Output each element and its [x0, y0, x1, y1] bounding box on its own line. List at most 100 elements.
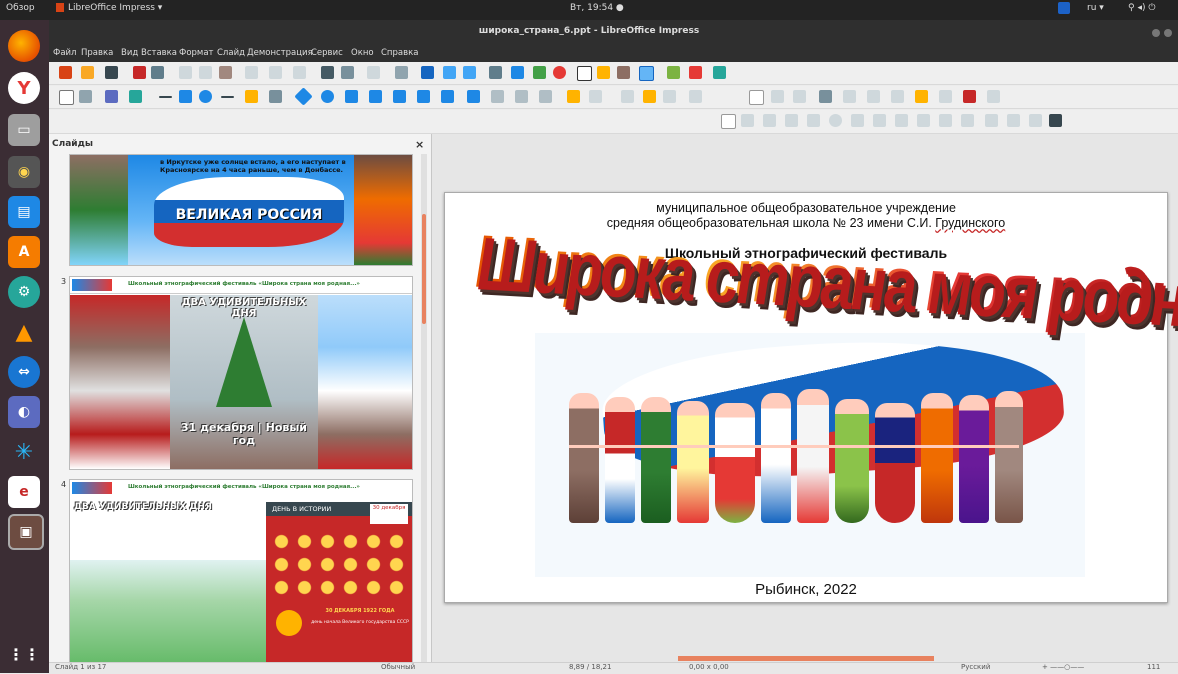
clock[interactable]: Вт, 19:54 ● — [570, 3, 624, 13]
delete-slide-icon[interactable] — [689, 66, 702, 79]
fill-color-icon[interactable] — [129, 90, 142, 103]
close-window-button[interactable] — [1164, 29, 1172, 37]
menu-view[interactable]: Вид — [121, 48, 138, 58]
button-control-icon[interactable] — [895, 114, 908, 127]
form-properties-icon[interactable] — [939, 114, 952, 127]
crop-icon[interactable] — [589, 90, 602, 103]
select-2-icon[interactable] — [749, 90, 764, 105]
teamviewer-icon[interactable]: ⇔ — [8, 356, 40, 388]
paste-icon[interactable] — [219, 66, 232, 79]
glue-icon[interactable] — [643, 90, 656, 103]
find-replace-icon[interactable] — [321, 66, 334, 79]
horizontal-scrollbar-thumb[interactable] — [678, 656, 934, 661]
rhythmbox-icon[interactable]: ◉ — [8, 156, 40, 188]
cut-icon[interactable] — [179, 66, 192, 79]
draw-function-icon[interactable] — [639, 66, 654, 81]
line-color-icon[interactable] — [105, 90, 118, 103]
symbol-shapes-icon[interactable] — [321, 90, 334, 103]
ellipse-icon[interactable] — [199, 90, 212, 103]
menu-edit[interactable]: Правка — [81, 48, 113, 58]
show-apps-icon[interactable]: ⋮⋮ — [8, 638, 40, 670]
menu-window[interactable]: Окно — [351, 48, 374, 58]
menu-file[interactable]: Файл — [53, 48, 76, 58]
glue-2-icon[interactable] — [793, 90, 806, 103]
grid-2-icon[interactable] — [867, 90, 880, 103]
redo-icon[interactable] — [293, 66, 306, 79]
zoom-percent[interactable]: 111 — [1147, 663, 1160, 671]
image-button-control-icon[interactable] — [917, 114, 930, 127]
present-icon[interactable] — [963, 90, 976, 103]
textbox-control-icon[interactable] — [785, 114, 798, 127]
grid-icon[interactable] — [367, 66, 380, 79]
listbox-control-icon[interactable] — [851, 114, 864, 127]
undo-icon[interactable] — [269, 66, 282, 79]
clone-formatting-icon[interactable] — [245, 66, 258, 79]
activation-order-icon[interactable] — [1007, 114, 1020, 127]
discord-icon[interactable]: ◐ — [8, 396, 40, 428]
media-icon[interactable] — [553, 66, 566, 79]
toggle-extrusion-icon[interactable] — [663, 90, 676, 103]
menu-insert[interactable]: Вставка — [141, 48, 177, 58]
app-menu[interactable]: LibreOffice Impress ▾ — [56, 3, 162, 13]
text-language[interactable]: Русский — [961, 663, 990, 671]
textbox-icon[interactable] — [577, 66, 592, 81]
new-icon[interactable] — [59, 66, 72, 79]
files-icon[interactable]: ▭ — [8, 114, 40, 146]
crosshair-icon[interactable] — [987, 90, 1000, 103]
line-icon[interactable] — [159, 96, 172, 98]
display-views-icon[interactable] — [395, 66, 408, 79]
activities-button[interactable]: Обзор — [6, 3, 35, 13]
insert-slide-icon[interactable] — [667, 66, 680, 79]
shadow-icon[interactable] — [567, 90, 580, 103]
connector-icon[interactable] — [269, 90, 282, 103]
basic-shapes-icon[interactable] — [294, 87, 313, 106]
start-current-slide-icon[interactable] — [463, 66, 476, 79]
slides-scrollbar-thumb[interactable] — [422, 214, 426, 324]
minimize-button[interactable] — [1152, 29, 1160, 37]
combobox-control-icon[interactable] — [873, 114, 886, 127]
save-icon[interactable] — [105, 66, 118, 79]
control-wizard-icon[interactable] — [741, 114, 754, 127]
label-control-icon[interactable] — [763, 114, 776, 127]
menu-tools[interactable]: Сервис — [311, 48, 343, 58]
select-icon[interactable] — [59, 90, 74, 105]
copy-icon[interactable] — [199, 66, 212, 79]
zoom-slider[interactable]: + ——○—— — [1042, 663, 1084, 671]
master-slide-icon[interactable] — [421, 66, 434, 79]
pdf-app-icon[interactable]: e — [8, 476, 40, 508]
zoom-icon[interactable] — [79, 90, 92, 103]
splash-app-icon[interactable]: ✳ — [8, 436, 40, 468]
block-arrows-icon[interactable] — [345, 90, 358, 103]
slide-sorter-icon[interactable] — [939, 90, 952, 103]
network-sound-power-icons[interactable]: ⚲ ◂) ⏻ — [1128, 3, 1155, 13]
design-mode-icon[interactable] — [721, 114, 736, 129]
main-slide[interactable]: муниципальное общеобразовательное учрежд… — [444, 192, 1178, 603]
table-2-icon[interactable] — [843, 90, 856, 103]
stars-icon[interactable] — [417, 90, 430, 103]
menu-format[interactable]: Формат — [179, 48, 214, 58]
arrow-line-icon[interactable] — [221, 96, 234, 98]
fontwork-icon[interactable] — [597, 66, 610, 79]
rectangle-icon[interactable] — [179, 90, 192, 103]
slide-thumbnail-4[interactable]: Школьный этнографический фестиваль «Широ… — [69, 479, 413, 663]
keyboard-layout[interactable]: ru ▾ — [1087, 3, 1104, 13]
yandex-browser-icon[interactable]: Y — [8, 72, 40, 104]
software-center-icon[interactable]: A — [8, 236, 40, 268]
menu-help[interactable]: Справка — [381, 48, 418, 58]
flowchart-icon[interactable] — [369, 90, 382, 103]
settings-icon[interactable]: ⚙ — [8, 276, 40, 308]
rotate-icon[interactable] — [467, 90, 480, 103]
image-filter-icon[interactable] — [819, 90, 832, 103]
3d-objects-icon[interactable] — [441, 90, 454, 103]
slides-scrollbar[interactable] — [421, 154, 427, 662]
slide-layout-icon[interactable] — [713, 66, 726, 79]
menu-slideshow[interactable]: Демонстрация — [247, 48, 313, 58]
spelling-icon[interactable] — [341, 66, 354, 79]
points-2-icon[interactable] — [771, 90, 784, 103]
chart-icon[interactable] — [533, 66, 546, 79]
print-icon[interactable] — [151, 66, 164, 79]
table-icon[interactable] — [489, 66, 502, 79]
menu-slide[interactable]: Слайд — [217, 48, 245, 58]
open-design-mode-icon[interactable] — [1049, 114, 1062, 127]
close-pane-icon[interactable]: × — [415, 138, 424, 151]
